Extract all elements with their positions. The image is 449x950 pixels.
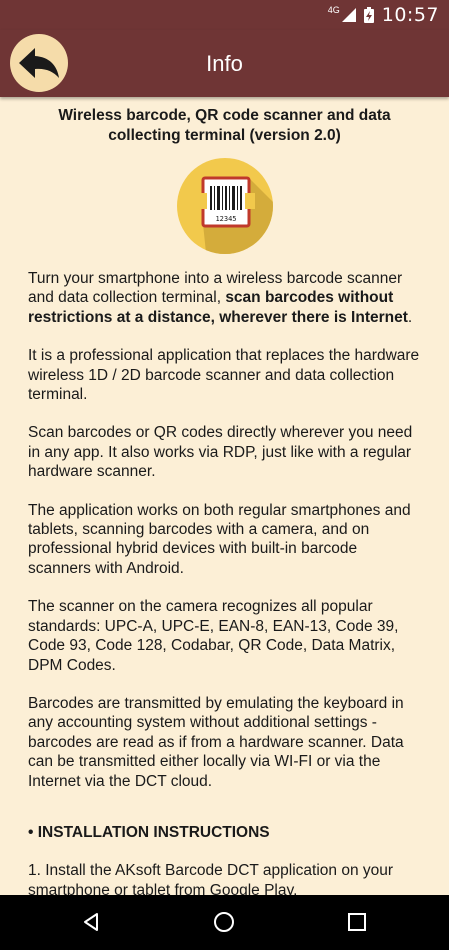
network-type: 4G bbox=[327, 5, 340, 15]
logo-digits: 12345 bbox=[215, 215, 236, 223]
barcode-scanner-logo-icon: 12345 bbox=[176, 158, 273, 254]
paragraph-transmission: Barcodes are transmitted by emulating th… bbox=[28, 694, 404, 790]
signal-icon bbox=[341, 8, 356, 22]
paragraph-standards: The scanner on the camera recognizes all… bbox=[28, 598, 399, 674]
app-heading: Wireless barcode, QR code scanner and da… bbox=[58, 107, 391, 144]
nav-home-icon bbox=[214, 912, 234, 932]
navigation-bar bbox=[0, 895, 449, 950]
status-time: 10:57 bbox=[381, 4, 439, 26]
paragraph-replacement: It is a professional application that re… bbox=[28, 347, 420, 404]
status-bar: 4G 10:57 bbox=[0, 0, 449, 30]
nav-back-icon bbox=[84, 913, 98, 931]
paragraph-devices: The application works on both regular sm… bbox=[28, 501, 411, 577]
installation-title: • INSTALLATION INSTRUCTIONS bbox=[28, 823, 270, 841]
page-title: Info bbox=[206, 51, 243, 76]
battery-charging-icon bbox=[363, 7, 374, 23]
paragraph-scan-anywhere: Scan barcodes or QR codes directly where… bbox=[28, 424, 413, 481]
app-logo: 12345 bbox=[176, 158, 273, 254]
app-bar: Info bbox=[0, 30, 449, 97]
nav-recents-button[interactable] bbox=[342, 907, 372, 937]
intro-paragraph: Turn your smartphone into a wireless bar… bbox=[28, 270, 413, 326]
nav-back-button[interactable] bbox=[76, 907, 106, 937]
nav-recents-icon bbox=[348, 913, 366, 931]
info-content[interactable]: Wireless barcode, QR code scanner and da… bbox=[0, 97, 449, 895]
install-step-1: 1. Install the AKsoft Barcode DCT applic… bbox=[28, 862, 394, 895]
nav-home-button[interactable] bbox=[209, 907, 239, 937]
